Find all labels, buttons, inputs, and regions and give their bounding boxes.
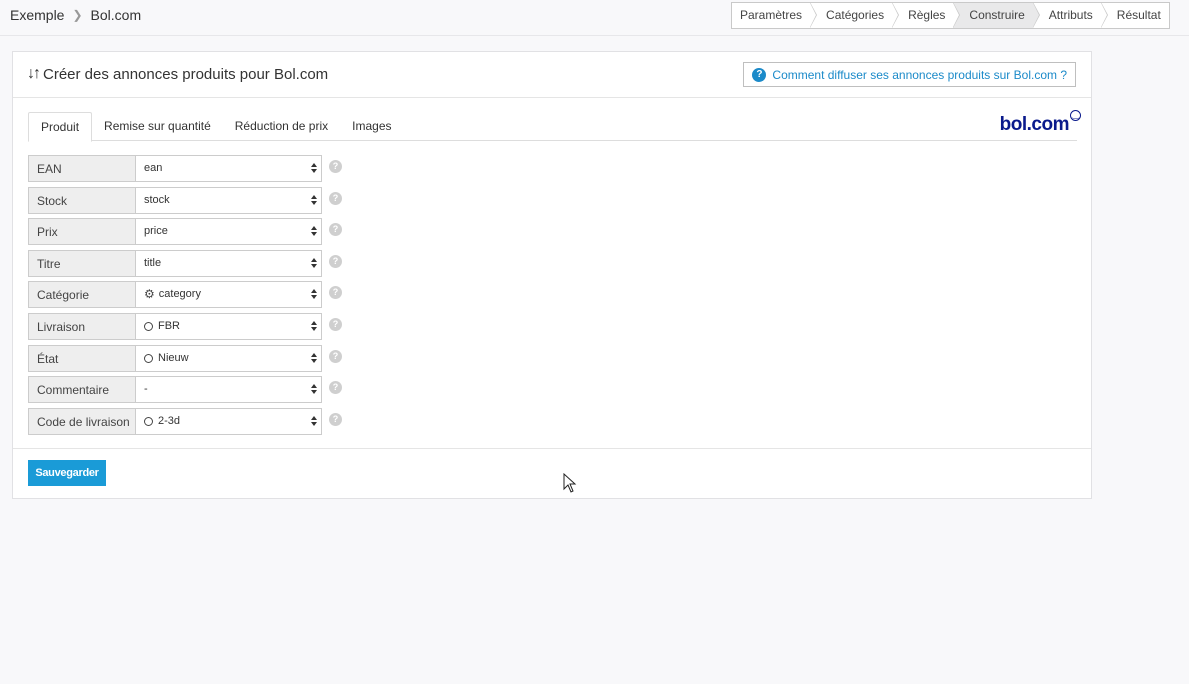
help-icon[interactable]: ?: [329, 160, 342, 173]
sort-caret-icon: [311, 257, 317, 270]
wizard-steps: Paramètres Catégories Règles Construire …: [731, 2, 1170, 29]
field-label: Prix: [28, 218, 135, 246]
tab-produit[interactable]: Produit: [28, 112, 93, 142]
title-select[interactable]: title: [135, 249, 322, 277]
chevron-right-icon: ❯: [72, 8, 83, 22]
help-icon[interactable]: ?: [329, 286, 342, 300]
field-label: Code de livraison: [28, 407, 135, 435]
breadcrumb: Exemple ❯ Bol.com: [10, 7, 141, 23]
select-value: category: [158, 288, 201, 301]
footer-divider: [13, 448, 1091, 449]
tab-reduction-prix[interactable]: Réduction de prix: [223, 112, 340, 141]
comment-select[interactable]: -: [135, 376, 322, 404]
delivery-select[interactable]: FBR: [135, 312, 322, 340]
circle-icon: [144, 321, 153, 331]
field-mapping-form: EAN ean ? Stock stock ? Prix price ? Tit…: [28, 155, 342, 439]
field-label: Titre: [28, 249, 135, 277]
bol-logo-text: bol.com: [999, 114, 1070, 135]
tab-remise-quantite[interactable]: Remise sur quantité: [92, 112, 223, 141]
sort-caret-icon: [311, 320, 317, 333]
field-row-ean: EAN ean ?: [28, 155, 342, 182]
help-icon[interactable]: ?: [329, 412, 342, 426]
page-title: ↓↑ Créer des annonces produits pour Bol.…: [27, 65, 328, 83]
step-resultat[interactable]: Résultat: [1100, 3, 1169, 28]
select-value: title: [144, 256, 162, 269]
sort-arrows-icon: ↓↑: [27, 65, 41, 82]
sort-caret-icon: [311, 415, 317, 428]
step-construire[interactable]: Construire: [953, 2, 1041, 28]
sort-caret-icon: [311, 289, 317, 301]
tab-bar: Produit Remise sur quantité Réduction de…: [28, 112, 1077, 142]
sort-caret-icon: [311, 163, 317, 175]
help-icon[interactable]: ?: [329, 317, 342, 331]
sort-caret-icon: [311, 384, 317, 396]
field-label: État: [28, 344, 135, 372]
smile-icon: ‿: [1070, 110, 1081, 121]
sort-caret-icon: [311, 194, 317, 207]
panel-header: ↓↑ Créer des annonces produits pour Bol.…: [13, 52, 1091, 98]
field-row-etat: État Nieuw ?: [28, 344, 342, 372]
field-label: Stock: [28, 186, 135, 214]
field-row-commentaire: Commentaire - ?: [28, 376, 342, 404]
select-value: stock: [144, 193, 170, 206]
top-bar: Exemple ❯ Bol.com Paramètres Catégories …: [0, 0, 1189, 36]
save-button[interactable]: Sauvegarder: [28, 460, 106, 486]
field-row-titre: Titre title ?: [28, 249, 342, 277]
help-link-label: Comment diffuser ses annonces produits s…: [772, 67, 1067, 82]
page-title-text: Créer des annonces produits pour Bol.com: [43, 65, 329, 83]
price-select[interactable]: price: [135, 218, 322, 246]
help-icon[interactable]: ?: [329, 349, 342, 363]
help-icon[interactable]: ?: [329, 381, 342, 395]
delivery-code-select[interactable]: 2-3d: [135, 407, 322, 435]
field-row-prix: Prix price ?: [28, 218, 342, 246]
field-row-livraison: Livraison FBR ?: [28, 312, 342, 340]
breadcrumb-parent[interactable]: Exemple: [10, 7, 64, 23]
step-attributs[interactable]: Attributs: [1032, 2, 1108, 28]
select-value: price: [144, 225, 168, 238]
field-label: EAN: [28, 155, 135, 182]
circle-icon: [144, 353, 153, 363]
help-icon[interactable]: ?: [329, 254, 342, 268]
field-label: Catégorie: [28, 281, 135, 309]
select-value: Nieuw: [158, 351, 189, 364]
help-icon[interactable]: ?: [329, 223, 342, 237]
tab-images[interactable]: Images: [340, 112, 403, 141]
condition-select[interactable]: Nieuw: [135, 344, 322, 372]
step-regles[interactable]: Règles: [892, 2, 961, 28]
bol-logo: bol.com ‿: [999, 110, 1081, 136]
field-row-stock: Stock stock ?: [28, 186, 342, 214]
sort-caret-icon: [311, 352, 317, 365]
select-value: ean: [144, 162, 163, 174]
select-value: -: [144, 383, 148, 396]
main-panel: ↓↑ Créer des annonces produits pour Bol.…: [12, 51, 1092, 499]
question-circle-icon: ?: [752, 67, 767, 82]
breadcrumb-current: Bol.com: [90, 7, 142, 23]
field-label: Commentaire: [28, 376, 135, 404]
sort-caret-icon: [311, 226, 317, 238]
select-value: FBR: [158, 319, 180, 332]
gear-icon: ⚙: [144, 287, 155, 302]
field-label: Livraison: [28, 312, 135, 340]
select-value: 2-3d: [158, 414, 181, 427]
help-icon[interactable]: ?: [329, 191, 342, 205]
category-select[interactable]: ⚙ category: [135, 281, 322, 309]
circle-icon: [144, 416, 153, 426]
step-categories[interactable]: Catégories: [810, 2, 900, 28]
field-row-categorie: Catégorie ⚙ category ?: [28, 281, 342, 309]
mouse-cursor-icon: [563, 473, 577, 493]
stock-select[interactable]: stock: [135, 186, 322, 214]
step-parametres[interactable]: Paramètres: [732, 2, 818, 28]
field-row-code-livraison: Code de livraison 2-3d ?: [28, 407, 342, 435]
ean-select[interactable]: ean: [135, 155, 322, 182]
help-link-button[interactable]: ? Comment diffuser ses annonces produits…: [743, 62, 1076, 87]
